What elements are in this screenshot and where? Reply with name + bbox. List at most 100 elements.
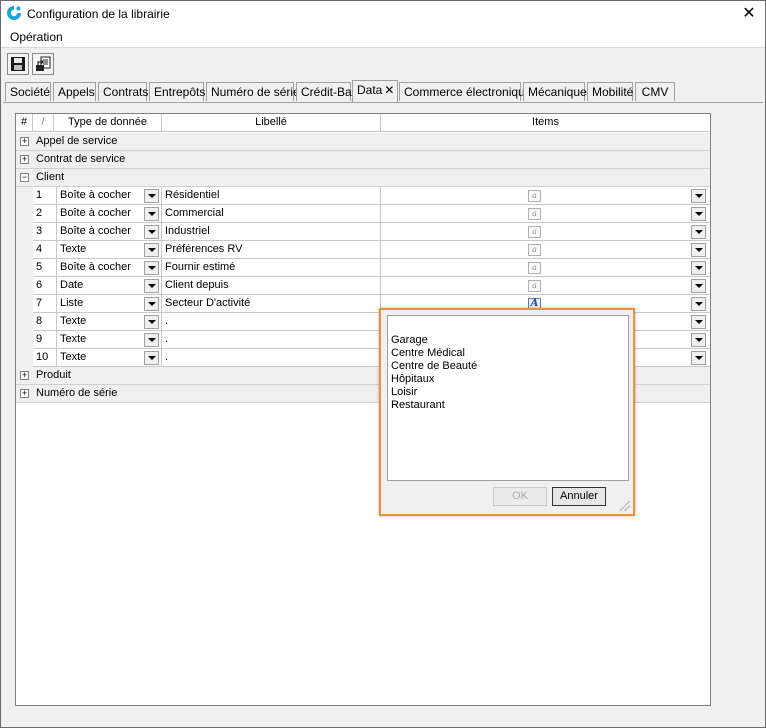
cancel-button[interactable]: Annuler <box>552 487 606 506</box>
expand-icon[interactable]: + <box>20 371 29 380</box>
table-row[interactable]: 1 Boîte à cocher Résidentiel a <box>16 187 710 205</box>
dropdown-arrow-icon[interactable] <box>144 207 159 221</box>
tab-contrats[interactable]: Contrats <box>98 82 148 101</box>
label-cell[interactable]: Industriel <box>162 223 381 241</box>
col-type-header[interactable]: Type de donnée <box>54 114 162 132</box>
items-combo[interactable]: a <box>381 187 710 205</box>
dropdown-arrow-icon[interactable] <box>144 189 159 203</box>
list-item[interactable]: Loisir <box>391 386 628 399</box>
items-combo[interactable]: a <box>381 277 710 295</box>
dropdown-arrow-icon[interactable] <box>691 297 706 311</box>
save-button[interactable] <box>7 53 29 75</box>
list-item[interactable]: Centre de Beauté <box>391 360 628 373</box>
tab-data[interactable]: Data ✕ <box>352 80 398 102</box>
label-cell[interactable]: Préférences RV <box>162 241 381 259</box>
dropdown-arrow-icon[interactable] <box>691 351 706 365</box>
table-row[interactable]: 6 Date Client depuis a <box>16 277 710 295</box>
tab-credit-bail[interactable]: Crédit-Bail <box>296 82 357 101</box>
dropdown-arrow-icon[interactable] <box>144 315 159 329</box>
tab-appels[interactable]: Appels <box>53 82 96 101</box>
table-row[interactable]: 4 Texte Préférences RV a <box>16 241 710 259</box>
group-contrat-de-service[interactable]: + Contrat de service <box>16 151 710 169</box>
tab-mecanique[interactable]: Mécanique <box>523 82 587 101</box>
expand-icon[interactable]: + <box>20 155 29 164</box>
collapse-icon[interactable]: − <box>20 173 29 182</box>
dropdown-arrow-icon[interactable] <box>144 261 159 275</box>
expand-icon[interactable]: + <box>20 137 29 146</box>
app-logo-icon <box>7 5 22 20</box>
list-item[interactable]: Hôpitaux <box>391 373 628 386</box>
dropdown-arrow-icon[interactable] <box>144 297 159 311</box>
dropdown-arrow-icon[interactable] <box>144 351 159 365</box>
export-button[interactable] <box>32 53 54 75</box>
label-cell[interactable]: Résidentiel <box>162 187 381 205</box>
col-items-header[interactable]: Items <box>381 114 710 132</box>
items-combo[interactable]: a <box>381 223 710 241</box>
text-items-icon[interactable]: a <box>528 190 541 202</box>
dropdown-arrow-icon[interactable] <box>144 333 159 347</box>
tab-commerce-electronique[interactable]: Commerce électronique <box>399 82 531 101</box>
items-combo[interactable]: a <box>381 205 710 223</box>
items-combo[interactable]: a <box>381 241 710 259</box>
type-combo[interactable]: Boîte à cocher <box>57 259 162 277</box>
list-item[interactable]: Centre Médical <box>391 347 628 360</box>
type-combo[interactable]: Texte <box>57 241 162 259</box>
label-cell[interactable]: Commercial <box>162 205 381 223</box>
label-cell[interactable]: Fournir estimé <box>162 259 381 277</box>
type-combo[interactable]: Texte <box>57 313 162 331</box>
dropdown-arrow-icon[interactable] <box>144 225 159 239</box>
ok-button[interactable]: OK <box>493 487 547 506</box>
dropdown-arrow-icon[interactable] <box>691 279 706 293</box>
label-cell[interactable]: Secteur D'activité <box>162 295 381 313</box>
type-combo[interactable]: Boîte à cocher <box>57 223 162 241</box>
type-value: Date <box>60 279 84 291</box>
dropdown-arrow-icon[interactable] <box>691 315 706 329</box>
list-item[interactable]: Garage <box>391 334 628 347</box>
table-row[interactable]: 5 Boîte à cocher Fournir estimé a <box>16 259 710 277</box>
dropdown-arrow-icon[interactable] <box>144 243 159 257</box>
tab-close-icon[interactable]: ✕ <box>384 83 394 97</box>
dropdown-arrow-icon[interactable] <box>691 189 706 203</box>
type-combo[interactable]: Date <box>57 277 162 295</box>
type-combo[interactable]: Boîte à cocher <box>57 205 162 223</box>
text-items-icon[interactable]: a <box>528 280 541 292</box>
menu-operation[interactable]: Opération <box>10 30 63 44</box>
type-combo[interactable]: Boîte à cocher <box>57 187 162 205</box>
col-num-header[interactable]: # <box>16 114 33 132</box>
table-row[interactable]: 3 Boîte à cocher Industriel a <box>16 223 710 241</box>
row-indent <box>16 295 33 313</box>
col-label-header[interactable]: Libellé <box>162 114 381 132</box>
label-cell[interactable]: . <box>162 313 381 331</box>
items-list[interactable]: Garage Centre Médical Centre de Beauté H… <box>387 315 629 481</box>
dropdown-arrow-icon[interactable] <box>144 279 159 293</box>
table-row[interactable]: 2 Boîte à cocher Commercial a <box>16 205 710 223</box>
type-combo[interactable]: Liste <box>57 295 162 313</box>
dropdown-arrow-icon[interactable] <box>691 333 706 347</box>
col-sort-header[interactable]: / <box>33 114 54 132</box>
tab-cmv[interactable]: CMV <box>635 82 675 101</box>
tab-numero-de-serie[interactable]: Numéro de série <box>206 82 300 101</box>
label-cell[interactable]: . <box>162 331 381 349</box>
close-button[interactable]: ✕ <box>733 1 765 27</box>
text-items-icon[interactable]: a <box>528 208 541 220</box>
type-combo[interactable]: Texte <box>57 349 162 367</box>
items-combo[interactable]: a <box>381 259 710 277</box>
label-cell[interactable]: Client depuis <box>162 277 381 295</box>
text-items-icon[interactable]: a <box>528 244 541 256</box>
expand-icon[interactable]: + <box>20 389 29 398</box>
resize-grip-icon[interactable] <box>620 501 630 511</box>
text-items-icon[interactable]: a <box>528 262 541 274</box>
dropdown-arrow-icon[interactable] <box>691 225 706 239</box>
text-items-icon[interactable]: a <box>528 226 541 238</box>
type-combo[interactable]: Texte <box>57 331 162 349</box>
group-appel-de-service[interactable]: + Appel de service <box>16 133 710 151</box>
list-item[interactable]: Restaurant <box>391 399 628 412</box>
label-cell[interactable]: . <box>162 349 381 367</box>
dropdown-arrow-icon[interactable] <box>691 207 706 221</box>
tab-societe[interactable]: Société <box>5 82 51 101</box>
tab-entrepots[interactable]: Entrepôts <box>149 82 205 101</box>
dropdown-arrow-icon[interactable] <box>691 261 706 275</box>
tab-mobilite[interactable]: Mobilité <box>587 82 633 101</box>
group-client[interactable]: − Client <box>16 169 710 187</box>
dropdown-arrow-icon[interactable] <box>691 243 706 257</box>
